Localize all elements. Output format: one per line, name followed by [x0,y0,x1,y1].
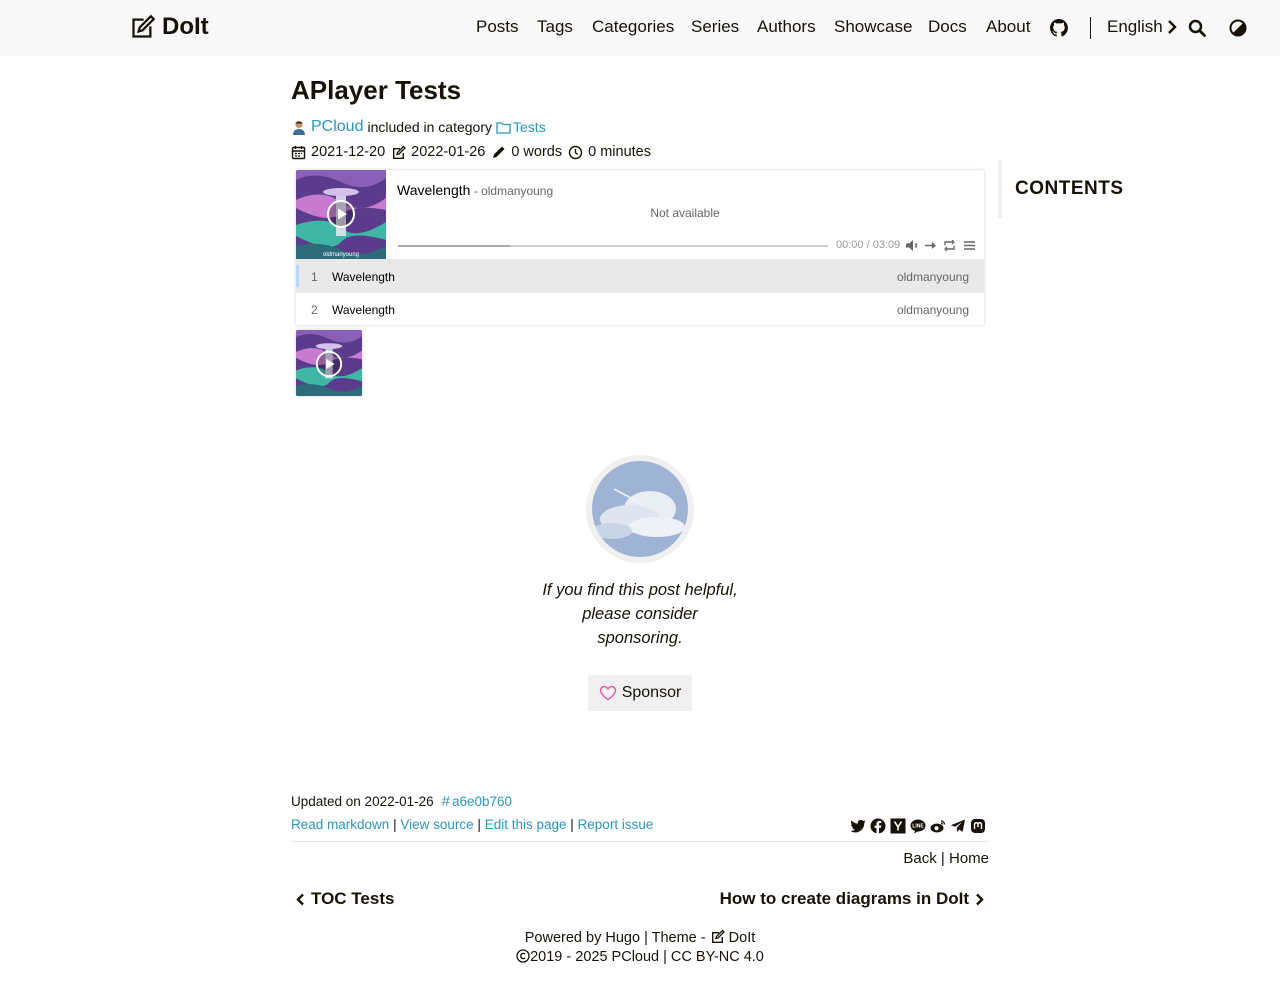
nav-authors[interactable]: Authors [757,17,816,37]
progress-bar[interactable] [398,245,828,247]
play-icon[interactable] [326,199,356,229]
hugo-link[interactable]: Hugo [605,930,640,946]
language-switch[interactable]: English [1107,17,1177,37]
copyright-line: 2019 - 2025 PCloud | CC BY-NC 4.0 [0,949,1280,965]
sponsor-avatar [586,455,694,563]
track-title: Wavelength [397,182,471,198]
edit-page-link[interactable]: Edit this page [485,817,567,832]
site-header: DoIt Posts Tags Categories Series Author… [0,0,1280,56]
updated-date: Updated on 2022-01-26 [291,794,434,809]
github-icon[interactable] [1050,19,1068,37]
updated-line: Updated on 2022-01-26 # a6e0b760 [291,793,512,810]
clock-icon [568,145,583,159]
page-title: APlayer Tests [291,75,462,105]
next-post-link[interactable]: How to create diagrams in DoIt [720,889,984,909]
heart-icon [599,685,616,701]
share-buttons: LINE [850,818,986,834]
mastodon-icon[interactable] [970,818,986,834]
loaded-bar [398,245,510,247]
aplayer: oldmanyoung Wavelength - oldmanyoung Not… [296,170,984,325]
site-logo[interactable]: DoIt [129,13,209,41]
weibo-icon[interactable] [930,818,946,834]
folder-icon [496,121,511,134]
report-issue-link[interactable]: Report issue [578,817,654,832]
post-meta: 2021-12-20 2022-01-26 0 words 0 minutes [291,144,657,160]
toc-border [998,160,1002,218]
nav-categories[interactable]: Categories [592,17,674,37]
play-icon[interactable] [315,350,343,378]
edit-icon [132,14,156,38]
view-source-link[interactable]: View source [400,817,473,832]
author-avatar-icon [293,121,305,135]
playlist: 1 Wavelength oldmanyoung 2 Wavelength ol… [296,259,984,325]
album-cover[interactable]: oldmanyoung [296,170,386,260]
loop-icon[interactable] [943,239,956,252]
nav-docs[interactable]: Docs [928,17,967,37]
back-link[interactable]: Back [903,850,936,867]
modified-date: 2022-01-26 [391,144,485,160]
nav-divider [1090,17,1091,39]
author-link[interactable]: PCloud [311,118,363,136]
reading-time: 0 minutes [568,144,651,160]
sponsor-message: If you find this post helpful, please co… [542,581,738,647]
search-icon[interactable] [1188,19,1206,37]
line-icon[interactable]: LINE [910,818,926,834]
time-display: 00:00 / 03:09 [836,239,901,251]
prev-post-link[interactable]: TOC Tests [296,889,394,909]
chevron-right-icon [1167,20,1177,34]
playlist-item[interactable]: 2 Wavelength oldmanyoung [296,292,984,325]
powered-by-line: Powered by Hugo | Theme - DoIt [524,929,756,946]
facebook-icon[interactable] [870,818,886,834]
divider [291,841,989,842]
post-author-line: PCloud included in category Tests [291,118,546,136]
order-icon[interactable] [924,239,937,252]
nav-tags[interactable]: Tags [537,17,573,37]
theme-toggle-icon[interactable] [1229,19,1247,37]
copyright-icon [516,949,530,963]
sponsor-button[interactable]: Sponsor [588,675,692,711]
pencil-icon [493,146,505,158]
included-text: included in category [367,119,493,135]
published-date: 2021-12-20 [291,144,385,160]
owner-link[interactable]: PCloud [612,949,660,965]
nav-posts[interactable]: Posts [476,17,519,37]
edit-icon [711,929,725,943]
nav-showcase[interactable]: Showcase [834,17,912,37]
lyrics-text: Not available [650,206,720,220]
mini-player[interactable] [296,330,362,396]
home-link[interactable]: Home [949,850,989,867]
toc-title: CONTENTS [1015,178,1124,199]
back-home-links: Back | Home [903,850,989,867]
calendar-icon [291,145,306,159]
theme-link[interactable]: DoIt [710,929,755,946]
playlist-item[interactable]: 1 Wavelength oldmanyoung [296,259,984,292]
svg-text:LINE: LINE [912,824,924,830]
hash-icon: # [441,793,450,810]
volume-icon[interactable] [905,239,918,252]
edit-icon [393,145,407,159]
track-author: - oldmanyoung [470,184,554,198]
current-indicator [296,265,299,287]
chevron-left-icon [296,893,304,905]
chevron-right-icon [976,893,984,905]
twitter-icon[interactable] [850,818,866,834]
cloud-avatar-image [592,461,688,557]
post-links: Read markdown | View source | Edit this … [291,817,654,832]
word-count: 0 words [491,144,562,160]
track-info: Wavelength - oldmanyoung [397,182,553,198]
svg-text:oldmanyoung: oldmanyoung [323,252,359,258]
commit-link[interactable]: # a6e0b760 [442,793,512,810]
telegram-icon[interactable] [950,818,966,834]
menu-icon[interactable] [963,239,976,252]
nav-series[interactable]: Series [691,17,739,37]
read-markdown-link[interactable]: Read markdown [291,817,389,832]
nav-about[interactable]: About [986,17,1030,37]
category-link[interactable]: Tests [496,119,546,135]
hackernews-icon[interactable] [890,818,906,834]
